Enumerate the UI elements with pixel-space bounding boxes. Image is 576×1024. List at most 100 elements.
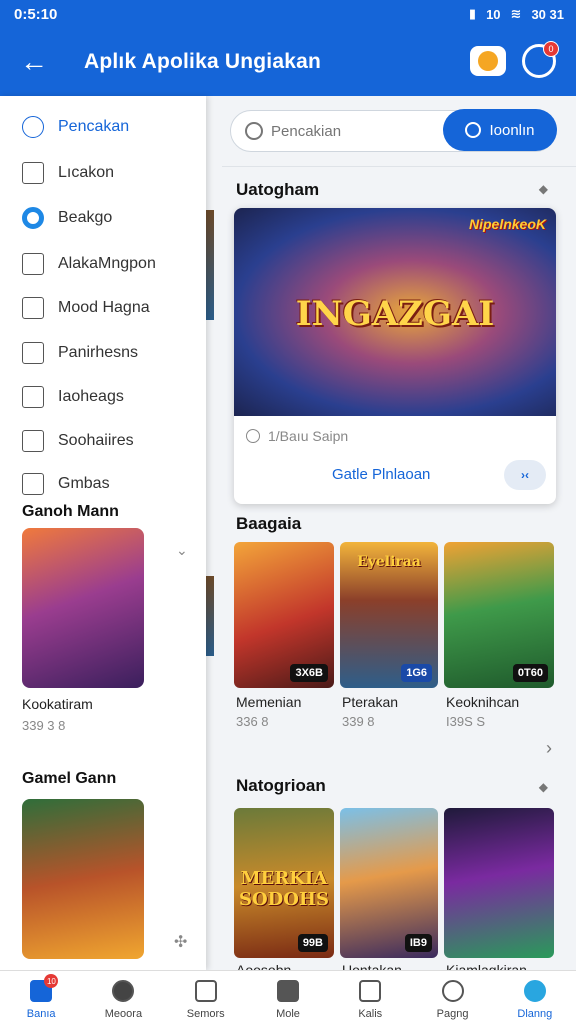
nav-label: Semors xyxy=(186,1008,225,1020)
home-icon xyxy=(22,162,44,184)
tile-badge: IB9 xyxy=(404,934,432,952)
puzzle-icon: ✣ xyxy=(174,934,188,951)
list-icon xyxy=(22,430,44,452)
square-icon xyxy=(22,253,44,275)
nav-label: Pagng xyxy=(436,1008,469,1020)
profile-icon xyxy=(359,980,382,1002)
app-bar: ← Aplık Apolika Ungiakan 0 xyxy=(0,28,576,96)
expand-button[interactable]: ›‹ xyxy=(504,460,546,490)
sidebar-item-circle[interactable]: Beakgo xyxy=(22,207,112,229)
edit-icon xyxy=(22,342,44,364)
nav-item-6[interactable]: Pagng xyxy=(411,971,493,1024)
sidebar-game-card[interactable] xyxy=(22,799,144,959)
signal-icon: ▮ xyxy=(468,6,477,21)
search-icon xyxy=(245,122,263,140)
nav-item-3[interactable]: Semors xyxy=(165,971,247,1024)
tile-name: Memenian xyxy=(236,694,302,710)
nav-label: Kalis xyxy=(358,1008,383,1020)
sidebar-section-heading: Ganoh Mann xyxy=(22,503,119,520)
sidebar-game-name: Kookatiram xyxy=(22,696,93,712)
search-button[interactable]: Ioonlın xyxy=(443,109,557,151)
notification-badge: 0 xyxy=(543,41,559,57)
tile-label: MERKIA SODOHS xyxy=(239,868,329,910)
box-icon xyxy=(22,386,44,408)
tile-badge: 0T60 xyxy=(512,664,548,682)
game-tile[interactable]: MERKIA SODOHS 99B xyxy=(234,808,334,958)
nav-item-7[interactable]: Dlanng xyxy=(494,971,576,1024)
battery-text: 30 31 xyxy=(531,6,564,22)
sidebar-item-square[interactable]: AlakaMngpon xyxy=(22,253,156,275)
sidebar-item-label: Gmbas xyxy=(58,475,110,492)
search-input[interactable] xyxy=(271,122,441,140)
featured-artwork: NipelnkeoK INGAZGAI xyxy=(234,208,556,416)
sidebar-item-label: Soohaiires xyxy=(58,432,134,449)
sidebar-item-edit[interactable]: Panirhesns xyxy=(22,342,138,364)
account-icon xyxy=(523,980,546,1002)
search-button-label: Ioonlın xyxy=(489,121,535,139)
chevron-down-icon[interactable]: ⌄ xyxy=(176,542,188,559)
game-tile[interactable]: 0T60 xyxy=(444,542,554,688)
sidebar-section-heading: Gamel Gann xyxy=(22,770,117,787)
tile-name: Pterakan xyxy=(342,694,399,710)
game-tile[interactable]: Eyeliraa 1G6 xyxy=(340,542,438,688)
library-icon xyxy=(276,980,299,1002)
sidebar-item-box[interactable]: Iaoheags xyxy=(22,386,124,408)
sidebar-item-gamepad[interactable]: Gmbas xyxy=(22,473,110,495)
game-tile[interactable]: IB9 xyxy=(340,808,438,958)
more-dot-icon[interactable]: ◆ xyxy=(539,780,548,794)
tile-badge: 99B xyxy=(297,934,328,952)
sidebar-item-label: AlakaMngpon xyxy=(58,255,156,272)
sidebar-game-card[interactable] xyxy=(22,528,144,688)
section-title: Baagaia xyxy=(236,514,302,533)
divider xyxy=(222,166,576,167)
back-arrow-icon[interactable]: ← xyxy=(14,42,54,82)
more-dot-icon[interactable]: ◆ xyxy=(539,182,548,196)
tile-price: 339 8 xyxy=(342,714,375,729)
tile-label: Eyeliraa xyxy=(357,554,421,570)
featured-art-title: INGAZGAI xyxy=(295,294,495,334)
wifi-icon: ≋ xyxy=(510,6,522,21)
game-tile[interactable] xyxy=(444,808,554,958)
sidebar-item-home[interactable]: Lıcakon xyxy=(22,162,114,184)
nav-item-4[interactable]: Mole xyxy=(247,971,329,1024)
status-right-text: 10 xyxy=(486,6,501,22)
sidebar-item-list[interactable]: Soohaiires xyxy=(22,430,134,452)
game-tile[interactable]: 3X6B xyxy=(234,542,334,688)
folder-icon xyxy=(22,297,44,319)
nav-label: Banıa xyxy=(26,1008,56,1020)
featured-brand: NipelnkeoK xyxy=(468,216,546,232)
main-content: Ioonlın Uatogham ◆ NipelnkeoK INGAZGAI 1… xyxy=(206,96,576,978)
nav-item-2[interactable]: Meoora xyxy=(82,971,164,1024)
sidebar-item-label: Pencakan xyxy=(58,118,130,135)
search-bar: Ioonlın xyxy=(230,109,557,152)
clock-icon xyxy=(246,429,260,443)
featured-link[interactable]: Gatle Plnlaoan xyxy=(332,466,430,483)
chevron-right-icon[interactable]: › xyxy=(546,738,552,759)
sidebar-drawer: Pencakan Lıcakon Beakgo AlakaMngpon Mood… xyxy=(0,96,206,970)
featured-card[interactable]: NipelnkeoK INGAZGAI 1/Baıu Saipn Gatle P… xyxy=(234,208,556,504)
status-time: 0:5:10 xyxy=(14,5,58,23)
nav-item-home[interactable]: 10 Banıa xyxy=(0,971,82,1024)
status-icons: ▮ 10 ≋ 30 31 xyxy=(469,6,564,22)
tile-price: 336 8 xyxy=(236,714,269,729)
background-strip xyxy=(206,576,214,656)
bottom-navigation: 10 Banıa Meoora Semors Mole Kalis Pagng … xyxy=(0,970,576,1024)
sidebar-item-label: Mood Hagna xyxy=(58,299,150,316)
nav-item-5[interactable]: Kalis xyxy=(329,971,411,1024)
coin-icon xyxy=(478,51,498,71)
section-title: Natogrioan xyxy=(236,776,326,795)
sidebar-game-price: 339 3 8 xyxy=(22,718,66,733)
featured-meta: 1/Baıu Saipn xyxy=(246,428,348,444)
gamepad-icon xyxy=(112,980,135,1002)
tile-badge: 3X6B xyxy=(290,664,328,682)
background-strip xyxy=(206,210,214,320)
search-icon xyxy=(465,122,482,138)
sidebar-item-label: Beakgo xyxy=(58,209,113,226)
notification-button[interactable]: 0 xyxy=(522,41,559,78)
sidebar-item-search[interactable]: Pencakan xyxy=(22,116,129,138)
nav-badge: 10 xyxy=(44,974,59,988)
coin-button[interactable] xyxy=(470,46,506,76)
nav-label: Meoora xyxy=(104,1008,143,1020)
sidebar-item-folder[interactable]: Mood Hagna xyxy=(22,297,150,319)
app-title: Aplık Apolika Ungiakan xyxy=(84,50,321,73)
